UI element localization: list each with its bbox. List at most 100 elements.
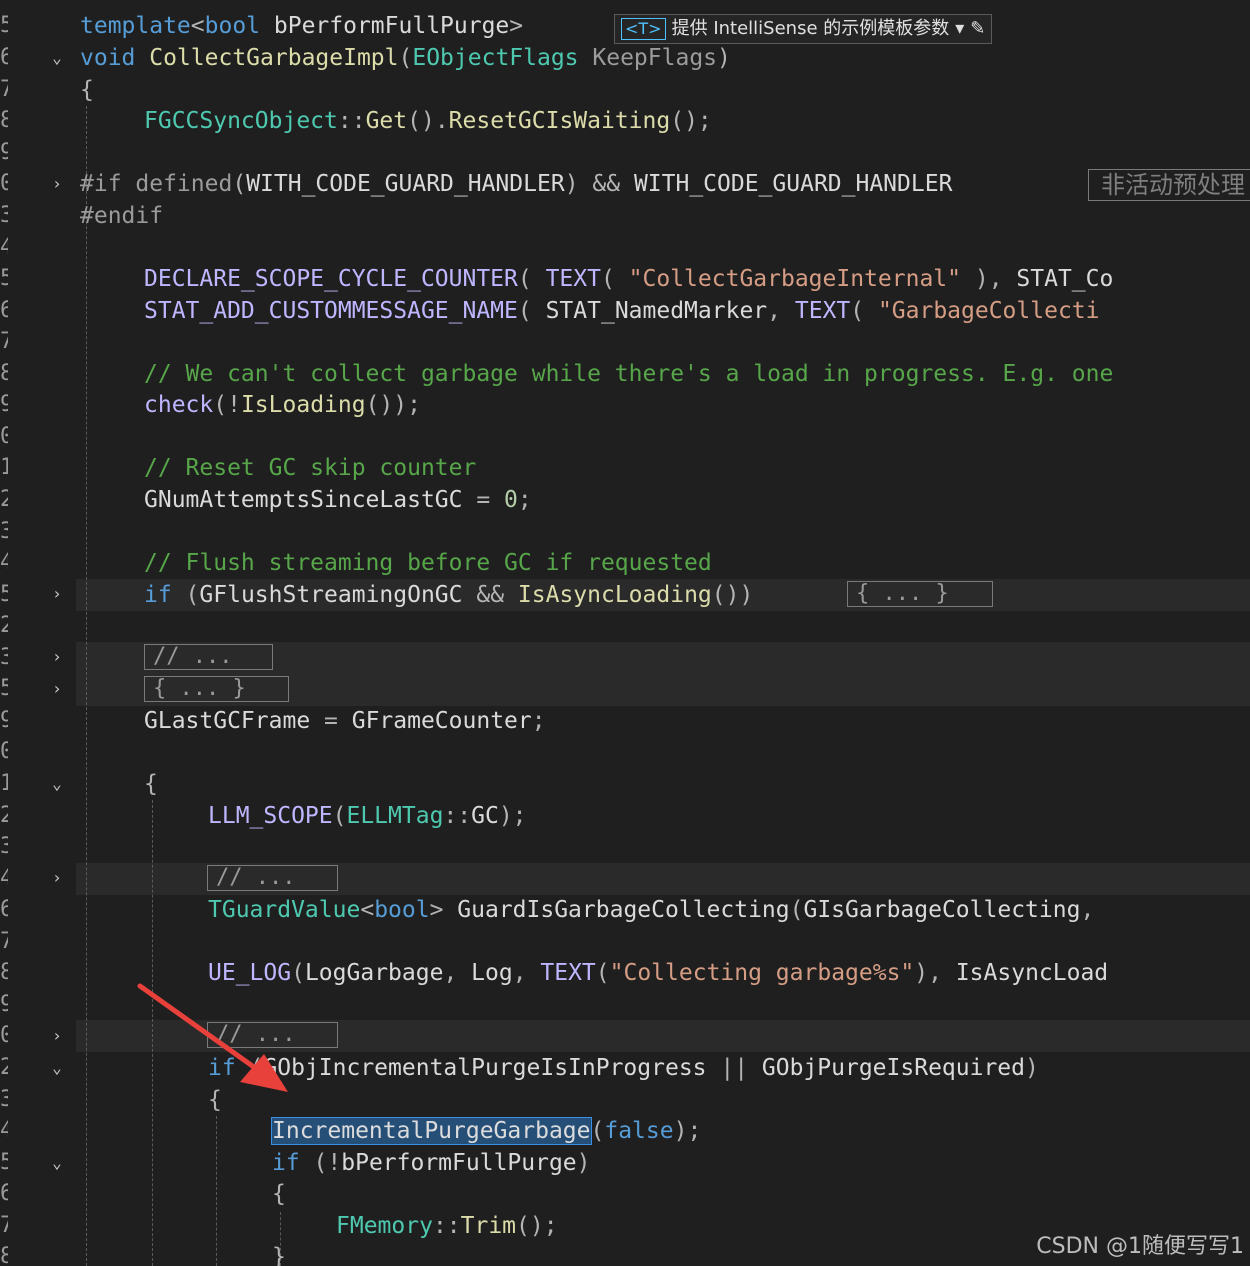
code-line[interactable]: FMemory::Trim(); xyxy=(336,1210,558,1242)
line-number: 2 xyxy=(0,487,8,512)
code-line[interactable]: // We can't collect garbage while there'… xyxy=(144,358,1113,390)
code-line[interactable]: FGCCSyncObject::Get().ResetGCIsWaiting()… xyxy=(144,105,712,137)
collapsed-region-box[interactable]: // ... xyxy=(144,644,273,670)
expand-chevron-icon[interactable]: › xyxy=(49,870,65,886)
code-line[interactable]: check(!IsLoading()); xyxy=(144,389,421,421)
code-token: ) && xyxy=(564,171,634,197)
code-token: TEXT xyxy=(794,298,851,324)
line-number: 8 xyxy=(0,108,8,133)
code-line[interactable]: { xyxy=(272,1178,286,1210)
intellisense-template-hint[interactable]: <T> 提供 IntelliSense 的示例模板参数 ▾ ✎ xyxy=(614,14,993,44)
collapse-chevron-icon[interactable]: ⌄ xyxy=(49,50,65,66)
code-token: { xyxy=(80,77,94,103)
expand-chevron-icon[interactable]: › xyxy=(49,649,65,665)
code-token: ( xyxy=(850,298,878,324)
code-token: ()); xyxy=(365,392,421,418)
code-token: "Collecting garbage%s" xyxy=(609,960,915,986)
code-line[interactable]: GNumAttemptsSinceLastGC = 0; xyxy=(144,484,532,516)
code-token: } xyxy=(272,1244,286,1266)
code-line[interactable]: TGuardValue<bool> GuardIsGarbageCollecti… xyxy=(208,894,1108,926)
code-line[interactable]: template<bool bPerformFullPurge> xyxy=(80,10,523,42)
code-line[interactable]: #if defined(WITH_CODE_GUARD_HANDLER) && … xyxy=(80,168,952,200)
code-token: ( xyxy=(517,298,546,324)
code-token: < xyxy=(190,13,205,39)
code-line[interactable]: IncrementalPurgeGarbage(false); xyxy=(271,1115,702,1147)
code-token: , xyxy=(512,960,541,986)
code-editor[interactable]: 5 6 7 8 9 0 3 4 5 6 7 8 9 0 1 2 3 4 5 2 3 5 9 0 1 2 3 4 6 7 8 9 0 2 3 4 5 6 7 8… xyxy=(0,0,1250,1266)
code-token: TEXT xyxy=(545,266,601,292)
code-token: GNumAttemptsSinceLastGC xyxy=(144,487,463,513)
collapse-chevron-icon[interactable]: ⌄ xyxy=(49,776,65,792)
code-token: IsLoading xyxy=(240,392,366,418)
code-token: ; xyxy=(531,708,546,734)
line-number: 5 xyxy=(0,266,8,291)
code-line[interactable]: { xyxy=(80,74,94,106)
code-token: ); xyxy=(673,1118,702,1144)
code-token: GFrameCounter xyxy=(351,708,532,734)
code-token: KeepFlags xyxy=(592,45,718,71)
line-number: 5 xyxy=(0,13,8,38)
code-line[interactable]: GLastGCFrame = GFrameCounter; xyxy=(144,705,546,737)
code-token: && xyxy=(462,582,518,608)
inactive-preprocessor-badge[interactable]: 非活动预处理 xyxy=(1088,169,1250,201)
code-token: < xyxy=(360,897,375,923)
code-token: if xyxy=(272,1150,300,1176)
code-line[interactable]: // Reset GC skip counter xyxy=(144,452,476,484)
code-token: ( xyxy=(590,1118,605,1144)
expand-chevron-icon[interactable]: › xyxy=(49,681,65,697)
code-line[interactable]: } xyxy=(272,1241,286,1266)
code-token: LogGarbage xyxy=(304,960,444,986)
code-line[interactable]: LLM_SCOPE(ELLMTag::GC); xyxy=(208,800,527,832)
line-number: 2 xyxy=(0,803,8,828)
code-line[interactable]: #endif xyxy=(80,200,163,232)
code-line[interactable]: UE_LOG(LogGarbage, Log, TEXT("Collecting… xyxy=(208,957,1108,989)
red-arrow-icon xyxy=(137,983,288,1092)
chevron-down-icon[interactable]: ▾ xyxy=(955,15,964,43)
code-line[interactable]: if (!bPerformFullPurge) xyxy=(272,1147,591,1179)
code-token: ) xyxy=(717,45,731,71)
line-number: 4 xyxy=(0,235,8,260)
code-token: check xyxy=(144,392,214,418)
expand-chevron-icon[interactable]: › xyxy=(49,1028,65,1044)
code-token: GuardIsGarbageCollecting xyxy=(457,897,790,923)
collapse-chevron-icon[interactable]: ⌄ xyxy=(49,1060,65,1076)
code-line[interactable]: void CollectGarbageImpl(EObjectFlags Kee… xyxy=(80,42,731,74)
collapsed-region-box[interactable]: { ... } xyxy=(847,581,993,607)
line-number: 8 xyxy=(0,1244,8,1266)
code-token: GFlushStreamingOnGC xyxy=(199,582,463,608)
code-token: || xyxy=(706,1055,762,1081)
line-number: 0 xyxy=(0,171,8,196)
code-token: void xyxy=(80,45,136,71)
collapsed-region-box[interactable]: // ... xyxy=(207,865,338,891)
pencil-icon[interactable]: ✎ xyxy=(970,15,985,43)
code-token: WITH_CODE_GUARD_HANDLER xyxy=(246,171,565,197)
selected-identifier: IncrementalPurgeGarbage xyxy=(271,1117,592,1145)
code-token: :: xyxy=(443,803,472,829)
code-line[interactable]: // Flush streaming before GC if requeste… xyxy=(144,547,712,579)
watermark: CSDN @1随便写写1 xyxy=(1036,1234,1244,1259)
code-token: Get xyxy=(365,108,408,134)
code-token: bool xyxy=(374,897,430,923)
code-token: 0 xyxy=(504,487,518,513)
code-line[interactable]: if (GObjIncrementalPurgeIsInProgress || … xyxy=(208,1052,1039,1084)
code-token: STAT_ADD_CUSTOMMESSAGE_NAME xyxy=(144,298,518,324)
code-token: DECLARE_SCOPE_CYCLE_COUNTER xyxy=(144,266,518,292)
code-line[interactable]: if (GFlushStreamingOnGC && IsAsyncLoadin… xyxy=(144,579,753,611)
code-line[interactable]: { xyxy=(144,768,158,800)
code-line[interactable]: STAT_ADD_CUSTOMMESSAGE_NAME( STAT_NamedM… xyxy=(144,295,1100,327)
code-token: "GarbageCollecti xyxy=(877,298,1100,324)
code-token: bPerformFullPurge xyxy=(260,13,510,39)
expand-chevron-icon[interactable]: › xyxy=(49,586,65,602)
collapse-chevron-icon[interactable]: ⌄ xyxy=(49,1155,65,1171)
code-token: GObjIncrementalPurgeIsInProgress xyxy=(263,1055,707,1081)
code-token: #if defined xyxy=(80,171,233,197)
line-number: 9 xyxy=(0,140,8,165)
code-token: "CollectGarbageInternal" xyxy=(628,266,962,292)
line-number: 0 xyxy=(0,424,8,449)
code-line[interactable]: DECLARE_SCOPE_CYCLE_COUNTER( TEXT( "Coll… xyxy=(144,263,1113,295)
collapsed-region-box[interactable]: { ... } xyxy=(144,676,289,702)
code-token: = xyxy=(310,708,352,734)
line-number: 3 xyxy=(0,834,8,859)
expand-chevron-icon[interactable]: › xyxy=(49,176,65,192)
